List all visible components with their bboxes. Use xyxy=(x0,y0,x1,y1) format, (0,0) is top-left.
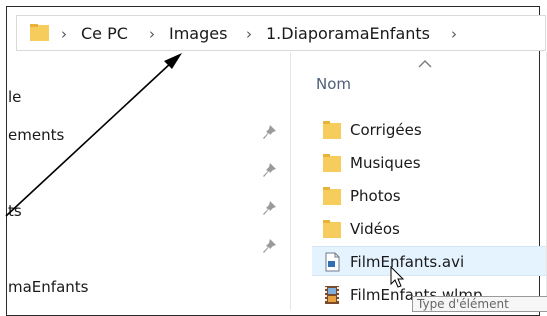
annotation-arrow xyxy=(5,53,182,217)
